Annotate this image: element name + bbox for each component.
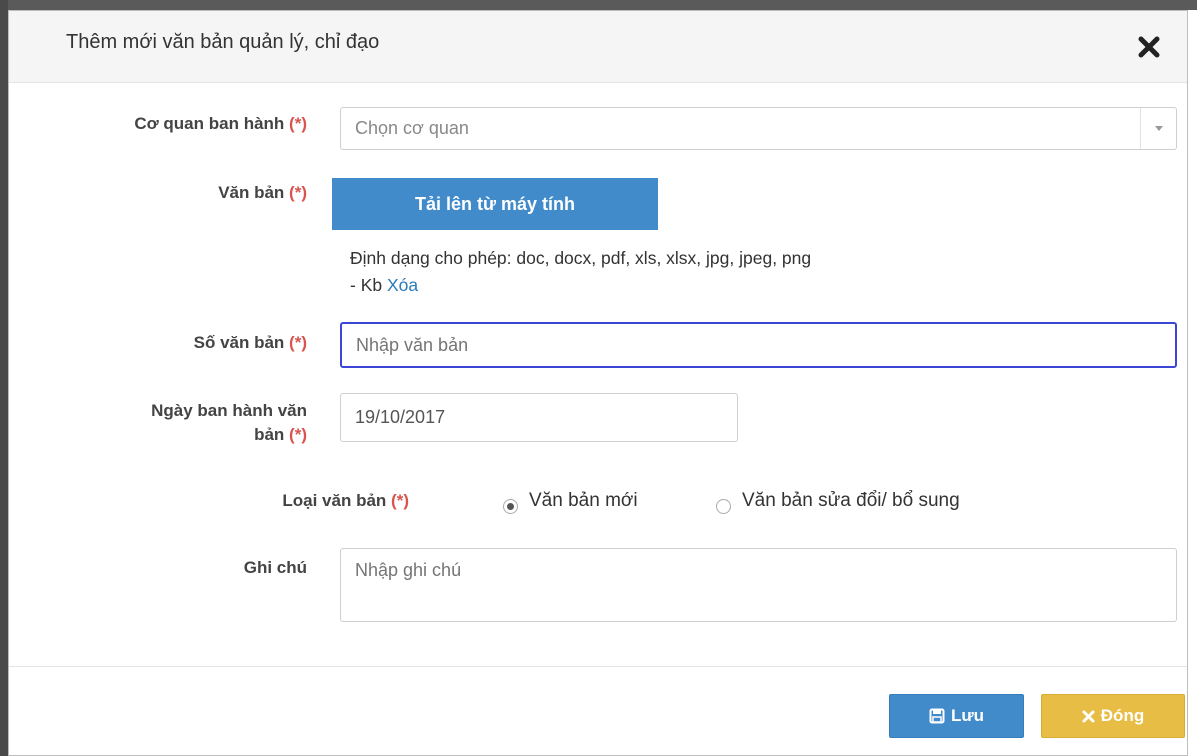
file-format-hint: Định dạng cho phép: doc, docx, pdf, xls,… bbox=[350, 245, 811, 299]
floppy-disk-icon bbox=[929, 708, 945, 724]
radio-new-document[interactable] bbox=[503, 499, 518, 514]
modal-header: Thêm mới văn bản quản lý, chỉ đạo bbox=[9, 11, 1187, 83]
file-size-line: - Kb Xóa bbox=[350, 272, 811, 299]
document-type-label: Loại văn bản (*) bbox=[139, 489, 409, 513]
document-label: Văn bản (*) bbox=[39, 181, 307, 205]
close-button-label: Đóng bbox=[1100, 706, 1145, 725]
radio-new-document-label[interactable]: Văn bản mới bbox=[529, 490, 638, 512]
save-button[interactable]: Lưu bbox=[889, 694, 1024, 738]
backdrop bbox=[0, 0, 1197, 10]
document-label-text: Văn bản bbox=[218, 183, 285, 202]
footer-divider bbox=[9, 666, 1187, 667]
modal-dialog: Thêm mới văn bản quản lý, chỉ đạo Cơ qua… bbox=[8, 10, 1188, 756]
agency-label: Cơ quan ban hành (*) bbox=[39, 112, 307, 136]
save-button-label: Lưu bbox=[950, 706, 985, 725]
document-number-input[interactable] bbox=[340, 322, 1177, 368]
close-icon[interactable] bbox=[1135, 33, 1163, 61]
agency-label-text: Cơ quan ban hành bbox=[134, 114, 285, 133]
required-mark: (*) bbox=[289, 183, 307, 202]
backdrop-edge bbox=[0, 0, 8, 756]
required-mark: (*) bbox=[289, 333, 307, 352]
note-label-text: Ghi chú bbox=[243, 558, 307, 577]
x-icon bbox=[1082, 710, 1095, 722]
chevron-down-icon[interactable] bbox=[1140, 108, 1176, 149]
note-label: Ghi chú bbox=[39, 556, 307, 580]
issue-date-label-line1: Ngày ban hành văn bbox=[151, 401, 307, 420]
radio-amended-document[interactable] bbox=[716, 499, 731, 514]
note-textarea[interactable] bbox=[340, 548, 1177, 622]
issue-date-label: Ngày ban hành văn bản (*) bbox=[39, 399, 307, 447]
issue-date-input[interactable] bbox=[340, 393, 738, 442]
agency-select[interactable]: Chọn cơ quan bbox=[340, 107, 1177, 150]
document-number-label: Số văn bản (*) bbox=[39, 331, 307, 355]
file-size-text: - Kb bbox=[350, 275, 383, 295]
required-mark: (*) bbox=[289, 114, 307, 133]
upload-from-computer-button[interactable]: Tải lên từ máy tính bbox=[332, 178, 658, 230]
document-number-label-text: Số văn bản bbox=[193, 333, 285, 352]
allowed-formats-text: Định dạng cho phép: doc, docx, pdf, xls,… bbox=[350, 248, 812, 268]
issue-date-label-line2: bản bbox=[254, 425, 285, 444]
document-type-label-text: Loại văn bản bbox=[282, 491, 387, 510]
delete-file-link[interactable]: Xóa bbox=[387, 275, 418, 295]
agency-select-placeholder: Chọn cơ quan bbox=[355, 118, 469, 138]
modal-title: Thêm mới văn bản quản lý, chỉ đạo bbox=[66, 31, 380, 53]
required-mark: (*) bbox=[391, 491, 409, 510]
radio-amended-document-label[interactable]: Văn bản sửa đổi/ bổ sung bbox=[742, 490, 960, 512]
required-mark: (*) bbox=[289, 425, 307, 444]
close-button[interactable]: Đóng bbox=[1041, 694, 1185, 738]
